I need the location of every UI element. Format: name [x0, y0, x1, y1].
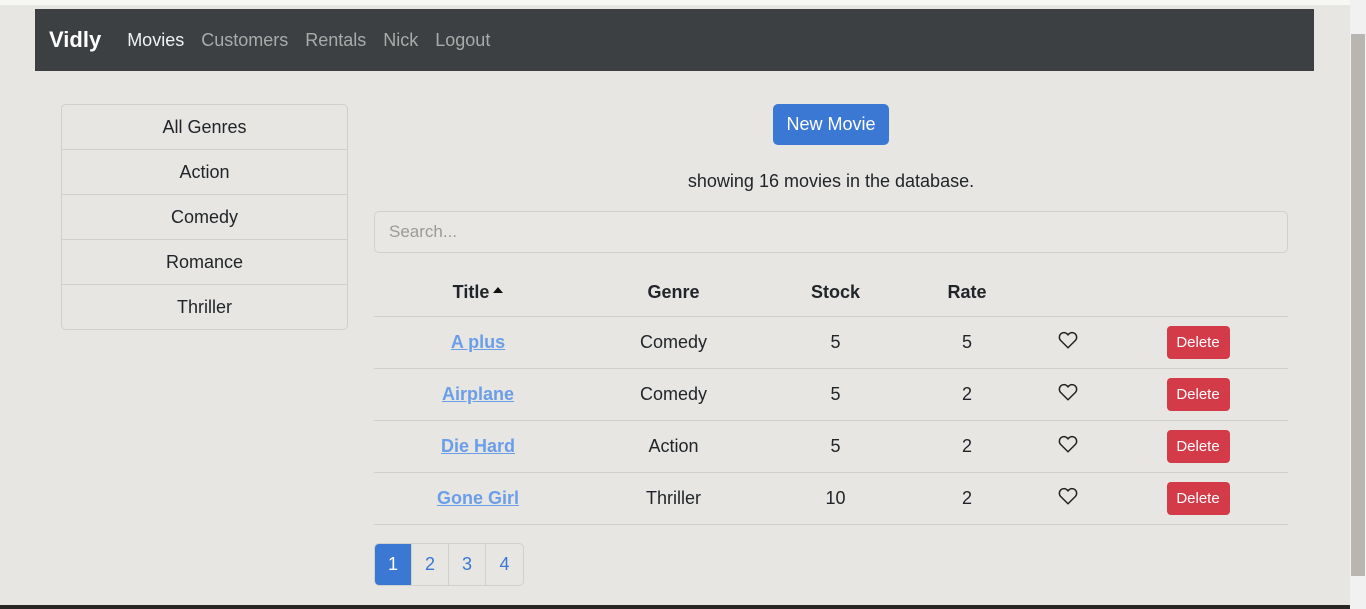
delete-button[interactable]: Delete — [1166, 481, 1230, 515]
page-link-2[interactable]: 2 — [412, 544, 449, 585]
header-title-label: Title — [452, 282, 490, 303]
brand-logo[interactable]: Vidly — [49, 27, 101, 53]
pagination: 1 2 3 4 — [374, 543, 524, 586]
header-like — [1028, 270, 1108, 317]
movie-genre: Action — [582, 420, 765, 473]
top-border — [0, 0, 1350, 5]
bottom-border — [0, 605, 1350, 609]
page-link-3[interactable]: 3 — [449, 544, 486, 585]
genre-item-action[interactable]: Action — [62, 150, 347, 195]
genre-item-romance[interactable]: Romance — [62, 240, 347, 285]
movie-count-text: showing 16 movies in the database. — [687, 171, 975, 191]
genre-item-comedy[interactable]: Comedy — [62, 195, 347, 240]
movies-table: Title Genre Stock Rate A plus Comedy 5 5… — [374, 270, 1288, 525]
genre-item-thriller[interactable]: Thriller — [62, 285, 347, 329]
heart-icon[interactable] — [1058, 383, 1078, 406]
movie-genre: Comedy — [582, 316, 765, 369]
nav-link-profile[interactable]: Nick — [383, 30, 418, 51]
movie-genre: Thriller — [582, 472, 765, 525]
header-stock[interactable]: Stock — [765, 270, 906, 317]
search-input[interactable] — [374, 211, 1288, 253]
movie-stock: 5 — [765, 316, 906, 369]
table-header-row: Title Genre Stock Rate — [374, 270, 1288, 317]
navbar: Vidly Movies Customers Rentals Nick Logo… — [35, 9, 1314, 71]
nav-link-rentals[interactable]: Rentals — [305, 30, 366, 51]
movie-stock: 10 — [765, 472, 906, 525]
new-movie-button[interactable]: New Movie — [773, 104, 889, 145]
genre-list: All Genres Action Comedy Romance Thrille… — [61, 104, 348, 330]
header-genre[interactable]: Genre — [582, 270, 765, 317]
movie-genre: Comedy — [582, 368, 765, 421]
delete-button[interactable]: Delete — [1166, 429, 1230, 463]
movie-stock: 5 — [765, 420, 906, 473]
vertical-scrollbar[interactable] — [1350, 0, 1366, 609]
movie-rate: 2 — [906, 472, 1028, 525]
heart-icon[interactable] — [1058, 487, 1078, 510]
nav-link-customers[interactable]: Customers — [201, 30, 288, 51]
movie-title-link[interactable]: A plus — [451, 332, 505, 352]
movie-rate: 2 — [906, 420, 1028, 473]
page-link-1[interactable]: 1 — [375, 544, 412, 585]
movie-title-link[interactable]: Airplane — [442, 384, 514, 404]
table-row: Airplane Comedy 5 2 Delete — [374, 368, 1288, 421]
scrollbar-thumb[interactable] — [1351, 34, 1365, 576]
header-rate[interactable]: Rate — [906, 270, 1028, 317]
table-row: Gone Girl Thriller 10 2 Delete — [374, 472, 1288, 525]
movie-title-link[interactable]: Gone Girl — [437, 488, 519, 508]
heart-icon[interactable] — [1058, 331, 1078, 354]
movie-rate: 5 — [906, 316, 1028, 369]
page-link-4[interactable]: 4 — [486, 544, 523, 585]
delete-button[interactable]: Delete — [1166, 325, 1230, 359]
nav-link-logout[interactable]: Logout — [435, 30, 490, 51]
heart-icon[interactable] — [1058, 435, 1078, 458]
table-row: A plus Comedy 5 5 Delete — [374, 316, 1288, 369]
delete-button[interactable]: Delete — [1166, 377, 1230, 411]
movie-stock: 5 — [765, 368, 906, 421]
movie-title-link[interactable]: Die Hard — [441, 436, 515, 456]
header-delete — [1108, 270, 1288, 317]
header-title[interactable]: Title — [374, 270, 582, 317]
nav-link-movies[interactable]: Movies — [127, 30, 184, 51]
genre-item-all[interactable]: All Genres — [62, 105, 347, 150]
sort-asc-icon — [493, 286, 504, 293]
table-row: Die Hard Action 5 2 Delete — [374, 420, 1288, 473]
movie-rate: 2 — [906, 368, 1028, 421]
